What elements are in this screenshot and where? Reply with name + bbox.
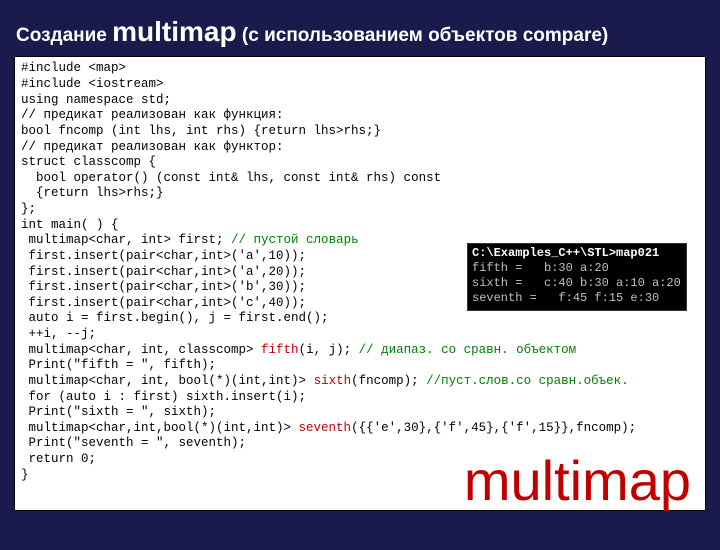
title-big: multimap bbox=[112, 16, 236, 47]
code-l27: } bbox=[21, 468, 29, 482]
code-l21a: multimap<char, int, bool(*)(int,int)> bbox=[21, 374, 314, 388]
code-l5: bool fncomp (int lhs, int rhs) {return l… bbox=[21, 124, 381, 138]
code-l4: // предикат реализован как функция: bbox=[21, 108, 284, 122]
code-l15: first.insert(pair<char,int>('b',30)); bbox=[21, 280, 306, 294]
code-l1: #include <map> bbox=[21, 61, 126, 75]
code-l20: Print("fifth = ", fifth); bbox=[21, 358, 216, 372]
console-l2: sixth = c:40 b:30 a:10 a:20 bbox=[472, 276, 681, 290]
code-l9: {return lhs>rhs;} bbox=[21, 186, 164, 200]
code-l26: return 0; bbox=[21, 452, 96, 466]
code-l21c: //пуст.слов.со сравн.объек. bbox=[426, 374, 629, 388]
code-l24a: multimap<char,int,bool(*)(int,int)> bbox=[21, 421, 299, 435]
console-output: C:\Examples_C++\STL>map021 fifth = b:30 … bbox=[467, 243, 687, 311]
code-l13: first.insert(pair<char,int>('a',10)); bbox=[21, 249, 306, 263]
code-l21r: sixth bbox=[314, 374, 352, 388]
code-l24b: ({{'e',30},{'f',45},{'f',15}},fncomp); bbox=[351, 421, 636, 435]
code-l16: first.insert(pair<char,int>('c',40)); bbox=[21, 296, 306, 310]
slide: Создание multimap (с использованием объе… bbox=[10, 10, 710, 530]
console-l3: seventh = f:45 f:15 e:30 bbox=[472, 291, 659, 305]
console-header: C:\Examples_C++\STL>map021 bbox=[472, 246, 659, 260]
watermark: multimap bbox=[464, 446, 691, 516]
code-l19b: (i, j); bbox=[299, 343, 359, 357]
code-l2: #include <iostream> bbox=[21, 77, 164, 91]
code-l3: using namespace std; bbox=[21, 93, 171, 107]
code-l25: Print("seventh = ", seventh); bbox=[21, 436, 246, 450]
code-l12a: multimap<char, int> first; bbox=[21, 233, 231, 247]
code-l21b: (fncomp); bbox=[351, 374, 426, 388]
code-l11: int main( ) { bbox=[21, 218, 119, 232]
code-l12c: // пустой словарь bbox=[231, 233, 359, 247]
title-prefix: Создание bbox=[16, 25, 112, 46]
code-l19a: multimap<char, int, classcomp> bbox=[21, 343, 261, 357]
code-l6: // предикат реализован как функтор: bbox=[21, 140, 284, 154]
code-l18: ++i, --j; bbox=[21, 327, 96, 341]
code-l19c: // диапаз. со сравн. объектом bbox=[359, 343, 577, 357]
code-l7: struct classcomp { bbox=[21, 155, 156, 169]
slide-title: Создание multimap (с использованием объе… bbox=[10, 10, 710, 56]
code-l23: Print("sixth = ", sixth); bbox=[21, 405, 216, 419]
code-box: #include <map> #include <iostream> using… bbox=[14, 56, 706, 511]
code-l24r: seventh bbox=[299, 421, 352, 435]
code-l17: auto i = first.begin(), j = first.end(); bbox=[21, 311, 329, 325]
code-l22: for (auto i : first) sixth.insert(i); bbox=[21, 390, 306, 404]
console-l1: fifth = b:30 a:20 bbox=[472, 261, 609, 275]
title-suffix: (с использованием объектов compare) bbox=[237, 25, 609, 46]
code-l10: }; bbox=[21, 202, 36, 216]
code-l14: first.insert(pair<char,int>('a',20)); bbox=[21, 265, 306, 279]
code-l19r: fifth bbox=[261, 343, 299, 357]
code-l8: bool operator() (const int& lhs, const i… bbox=[21, 171, 441, 185]
